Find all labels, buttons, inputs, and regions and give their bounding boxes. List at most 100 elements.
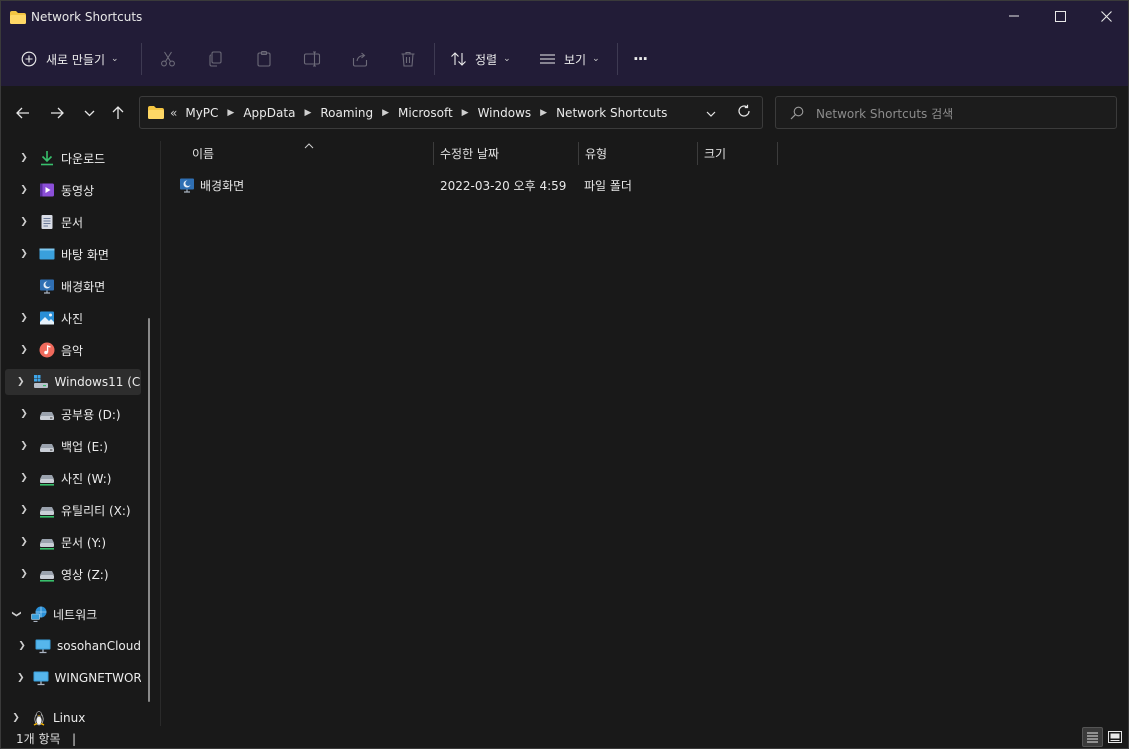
toolbar-separator [434, 43, 435, 75]
nav-item-wingnetwork[interactable]: ❯ WINGNETWORK [5, 665, 141, 691]
forward-button[interactable] [43, 99, 71, 127]
expand-chevron-icon[interactable]: ❯ [17, 641, 27, 651]
expand-chevron-icon[interactable]: ❯ [17, 537, 31, 547]
nav-item-music[interactable]: ❯ 음악 [5, 337, 141, 363]
chevron-right-icon[interactable]: ▶ [462, 108, 469, 118]
column-header-size[interactable]: 크기 [704, 141, 726, 166]
paste-button[interactable] [255, 44, 273, 74]
address-history-button[interactable] [706, 107, 716, 121]
computer-icon [35, 638, 51, 654]
nav-item-drive-x[interactable]: ❯ 유틸리티 (X:) [5, 497, 141, 523]
chevron-right-icon[interactable]: ▶ [227, 108, 234, 118]
chevron-right-icon[interactable]: ▶ [540, 108, 547, 118]
column-header-type[interactable]: 유형 [585, 141, 607, 166]
nav-pane-scrollbar[interactable] [148, 318, 150, 702]
breadcrumb-item-current[interactable]: Network Shortcuts [556, 106, 667, 120]
more-options-button[interactable]: ··· [633, 44, 648, 74]
expand-chevron-icon[interactable]: ❯ [17, 313, 31, 323]
expand-chevron-icon[interactable]: ❯ [17, 153, 31, 163]
nav-item-drive-e[interactable]: ❯ 백업 (E:) [5, 433, 141, 459]
new-button-label: 새로 만들기 [46, 52, 106, 67]
rename-button[interactable] [303, 44, 321, 74]
minimize-button[interactable] [991, 1, 1037, 31]
nav-item-network[interactable]: ❯ 네트워크 [1, 601, 133, 627]
column-separator[interactable] [697, 142, 698, 165]
column-header-name[interactable]: 이름 [192, 141, 214, 166]
file-row[interactable]: 배경화면 2022-03-20 오후 4:59 파일 폴더 [173, 174, 773, 196]
title-bar: Network Shortcuts 새로 만들기 ⌄ 정렬 ⌄ 보기 ⌄ ··· [1, 1, 1128, 86]
expand-chevron-icon[interactable]: ❯ [9, 713, 23, 723]
nav-item-desktop[interactable]: ❯ 바탕 화면 [5, 241, 141, 267]
nav-item-sosohancloud[interactable]: ❯ sosohanCloud [5, 633, 141, 659]
nav-item-drive-y[interactable]: ❯ 문서 (Y:) [5, 529, 141, 555]
nav-item-pictures[interactable]: ❯ 사진 [5, 305, 141, 331]
breadcrumb-item[interactable]: Microsoft [398, 106, 453, 120]
nav-item-videos[interactable]: ❯ 동영상 [5, 177, 141, 203]
maximize-button[interactable] [1037, 1, 1083, 31]
nav-item-drive-d[interactable]: ❯ 공부용 (D:) [5, 401, 141, 427]
details-view-icon [1087, 732, 1098, 743]
expand-chevron-icon[interactable]: ❯ [17, 185, 31, 195]
expand-chevron-icon[interactable]: ❯ [17, 217, 31, 227]
column-separator[interactable] [777, 142, 778, 165]
nav-item-drive-c[interactable]: ❯ Windows11 (C:) [5, 369, 141, 395]
collapse-chevron-icon[interactable]: ❯ [11, 607, 21, 621]
breadcrumb-item[interactable]: AppData [243, 106, 295, 120]
delete-button[interactable] [399, 44, 417, 74]
recent-locations-button[interactable] [75, 99, 103, 127]
search-box[interactable]: Network Shortcuts 검색 [775, 96, 1117, 129]
expand-chevron-icon[interactable]: ❯ [17, 409, 31, 419]
expand-chevron-icon[interactable]: ❯ [17, 377, 25, 387]
back-button[interactable] [9, 99, 37, 127]
tiles-view-button[interactable] [1104, 727, 1125, 747]
nav-item-documents[interactable]: ❯ 문서 [5, 209, 141, 235]
refresh-button[interactable] [737, 104, 751, 121]
breadcrumb-overflow[interactable]: « [170, 106, 177, 120]
nav-item-downloads[interactable]: ❯ 다운로드 [5, 145, 141, 171]
breadcrumb: « MyPC ▶ AppData ▶ Roaming ▶ Microsoft ▶… [148, 97, 667, 128]
breadcrumb-item[interactable]: Windows [478, 106, 532, 120]
expand-chevron-icon[interactable]: ❯ [17, 249, 31, 259]
expand-chevron-icon[interactable]: ❯ [17, 345, 31, 355]
nav-item-label: 바탕 화면 [61, 247, 109, 262]
copy-button[interactable] [207, 44, 225, 74]
chevron-right-icon[interactable]: ▶ [304, 108, 311, 118]
network-drive-icon [39, 534, 55, 550]
close-button[interactable] [1083, 1, 1129, 31]
expand-chevron-icon[interactable]: ❯ [17, 569, 31, 579]
details-view-button[interactable] [1082, 727, 1103, 747]
network-drive-icon [39, 470, 55, 486]
rename-icon [303, 51, 321, 67]
expand-chevron-icon[interactable]: ❯ [17, 673, 25, 683]
item-count-text: 1개 항목 [16, 732, 61, 746]
expand-chevron-icon[interactable]: ❯ [17, 473, 31, 483]
pane-divider[interactable] [160, 141, 161, 726]
nav-item-linux[interactable]: ❯ Linux [1, 705, 133, 726]
cut-button[interactable] [159, 44, 177, 74]
nav-item-wallpaper[interactable]: 배경화면 [5, 273, 141, 299]
up-button[interactable] [104, 99, 132, 127]
nav-item-drive-z[interactable]: ❯ 영상 (Z:) [5, 561, 141, 587]
chevron-right-icon[interactable]: ▶ [382, 108, 389, 118]
refresh-icon [738, 104, 750, 117]
expand-chevron-icon[interactable]: ❯ [17, 505, 31, 515]
wallpaper-icon [39, 278, 55, 294]
view-button[interactable]: 보기 ⌄ [539, 44, 600, 74]
share-button[interactable] [351, 44, 369, 74]
new-button[interactable]: 새로 만들기 ⌄ [21, 44, 119, 74]
nav-item-drive-w[interactable]: ❯ 사진 (W:) [5, 465, 141, 491]
breadcrumb-item[interactable]: MyPC [185, 106, 218, 120]
search-input[interactable]: Network Shortcuts 검색 [816, 105, 953, 122]
column-separator[interactable] [433, 142, 434, 165]
sort-button[interactable]: 정렬 ⌄ [450, 44, 511, 74]
pictures-icon [39, 310, 55, 326]
chevron-down-icon [706, 111, 716, 117]
documents-icon [39, 214, 55, 230]
column-header-modified[interactable]: 수정한 날짜 [440, 141, 499, 166]
breadcrumb-item[interactable]: Roaming [320, 106, 373, 120]
column-separator[interactable] [578, 142, 579, 165]
file-name[interactable]: 배경화면 [200, 177, 244, 194]
nav-item-label: 영상 (Z:) [61, 567, 109, 582]
expand-chevron-icon[interactable]: ❯ [17, 441, 31, 451]
address-bar[interactable]: « MyPC ▶ AppData ▶ Roaming ▶ Microsoft ▶… [139, 96, 763, 129]
